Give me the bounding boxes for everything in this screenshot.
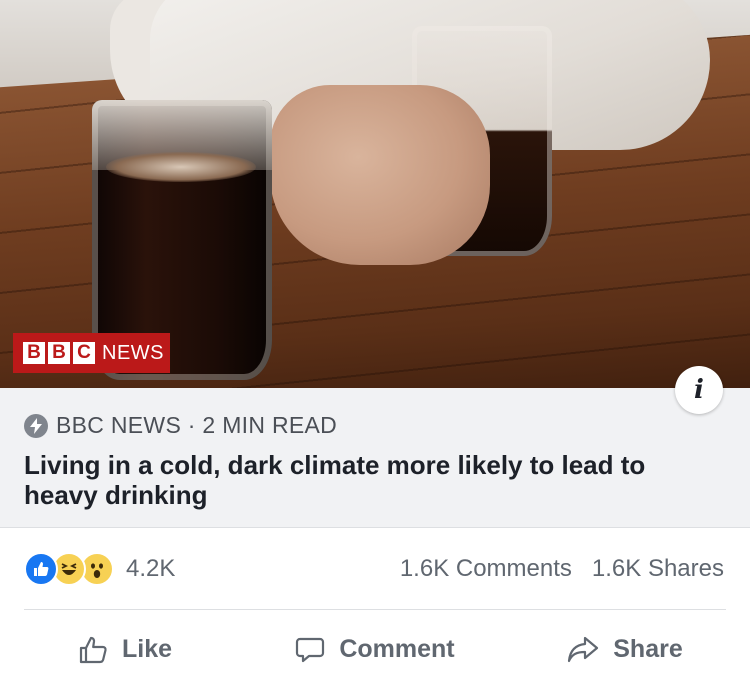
bbc-news-logo: B B C NEWS bbox=[13, 333, 170, 373]
comments-count[interactable]: 1.6K Comments bbox=[400, 555, 572, 583]
logo-letter: C bbox=[73, 342, 95, 364]
logo-letter: B bbox=[23, 342, 45, 364]
reactions-count: 4.2K bbox=[126, 555, 176, 582]
share-button[interactable]: Share bbox=[500, 612, 750, 687]
info-icon: i bbox=[694, 375, 704, 405]
comment-share-counts: 1.6K Comments 1.6K Shares bbox=[400, 555, 724, 583]
share-label: Share bbox=[613, 635, 683, 663]
link-headline[interactable]: Living in a cold, dark climate more like… bbox=[24, 450, 724, 510]
link-source: BBC NEWS · 2 MIN READ bbox=[24, 412, 337, 439]
image-hand bbox=[270, 85, 490, 265]
share-arrow-icon bbox=[568, 636, 599, 662]
info-button[interactable]: i bbox=[675, 366, 723, 414]
feed-post: B B C NEWS i BBC NEWS · 2 MIN READ Livin… bbox=[0, 0, 750, 687]
like-label: Like bbox=[121, 635, 173, 663]
post-actions: Like Comment Share bbox=[0, 612, 750, 687]
engagement-counts: 4.2K 1.6K Comments 1.6K Shares bbox=[0, 528, 750, 610]
divider bbox=[24, 609, 726, 610]
comment-label: Comment bbox=[339, 635, 455, 663]
logo-wordmark: NEWS bbox=[102, 341, 164, 364]
like-button[interactable]: Like bbox=[0, 612, 250, 687]
reactions-summary[interactable]: 4.2K bbox=[24, 552, 175, 586]
link-meta[interactable]: BBC NEWS · 2 MIN READ Living in a cold, … bbox=[0, 388, 750, 528]
link-preview-image[interactable]: B B C NEWS bbox=[0, 0, 750, 388]
instant-article-bolt-icon bbox=[24, 413, 48, 438]
logo-letter: B bbox=[48, 342, 70, 364]
link-source-text: BBC NEWS · 2 MIN READ bbox=[56, 412, 338, 438]
comment-icon bbox=[296, 637, 325, 662]
thumbs-up-icon bbox=[79, 636, 107, 663]
image-foam bbox=[106, 152, 256, 182]
comment-button[interactable]: Comment bbox=[250, 612, 500, 687]
shares-count[interactable]: 1.6K Shares bbox=[592, 555, 724, 583]
like-reaction-icon bbox=[24, 552, 58, 586]
